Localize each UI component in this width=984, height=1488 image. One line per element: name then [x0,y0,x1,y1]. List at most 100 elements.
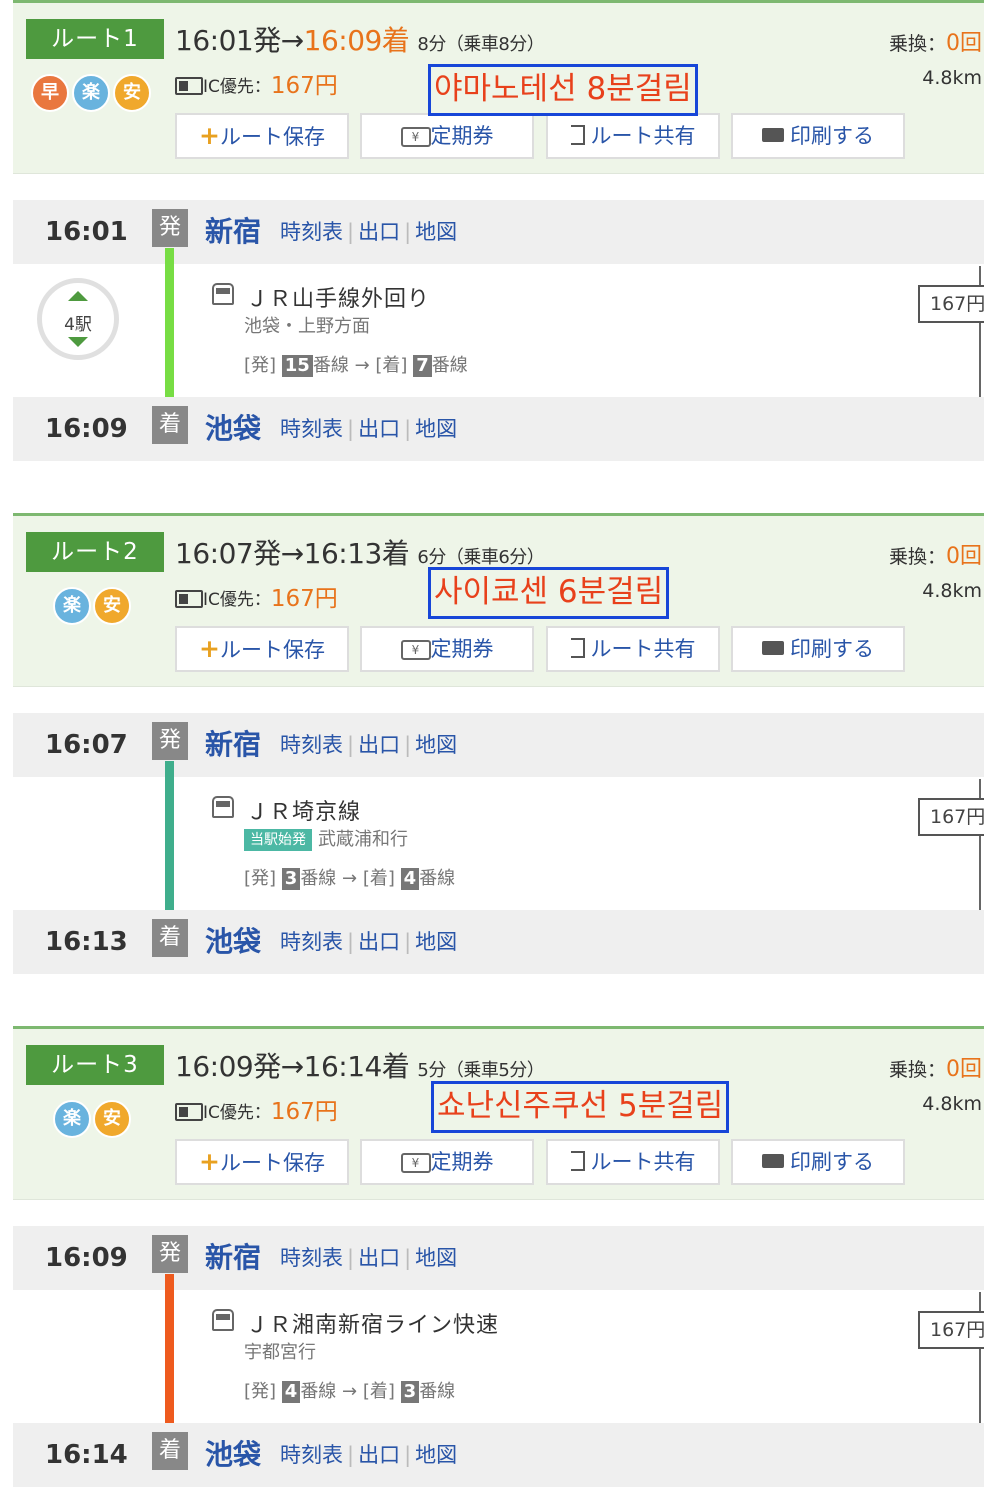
platform-suffix: 番線 [419,868,456,889]
arrival-time: 16:09 [45,414,128,444]
line-color-bar [165,761,174,927]
departure-station[interactable]: 新宿 [205,713,261,777]
route-save-label: ルート保存 [219,638,325,662]
commuter-pass-label: 定期券 [430,124,494,148]
fare: 167円 [270,1099,338,1125]
yen-ticket-icon: ¥ [400,127,431,147]
arrival-station[interactable]: 池袋 [205,397,261,461]
map-link[interactable]: 地図 [415,930,457,954]
time-arrow: → [280,537,304,570]
route-share-label: ルート共有 [590,637,696,661]
exit-link[interactable]: 出口 [358,1246,400,1270]
map-link[interactable]: 地図 [415,417,457,441]
departure-time: 16:09 [45,1243,128,1273]
route-save-button[interactable]: +ルート保存 [175,626,349,672]
duration: 8分（乗車8分） [417,34,545,55]
dep-platform: 3 [281,868,301,890]
line-name: ＪＲ埼京線 [246,800,362,825]
transfer-value: 0回 [946,31,982,56]
exit-link[interactable]: 出口 [358,417,400,441]
departure-time: 16:01発 [175,24,281,57]
route-share-button[interactable]: ルート共有 [546,626,720,672]
arrival-time: 16:09着 [303,24,410,57]
plus-icon: + [199,634,220,663]
stops-toggle[interactable]: 4駅 [37,278,119,360]
route-share-button[interactable]: ルート共有 [546,1139,720,1185]
transfer-count: 乗換：0回 [889,1051,982,1083]
fare-line: IC優先：167円 [175,66,338,100]
platform-suffix: 番線 [431,355,468,376]
commuter-pass-button[interactable]: ¥ 定期券 [360,113,534,159]
route-save-label: ルート保存 [219,1151,325,1175]
expand-down-icon [68,337,88,347]
segment-fare: 167円 [918,798,984,836]
printer-icon [762,128,784,142]
departure-station[interactable]: 新宿 [205,1226,261,1290]
printer-icon [762,1154,784,1168]
exit-link[interactable]: 出口 [358,930,400,954]
route-share-label: ルート共有 [590,1150,696,1174]
station-links: 時刻表 | 出口 | 地図 [280,1246,458,1270]
timetable-link[interactable]: 時刻表 [280,1246,343,1270]
direction-text: 武蔵浦和行 [318,829,408,850]
departure-time: 16:01 [45,217,128,247]
timetable-link[interactable]: 時刻表 [280,733,343,757]
arrival-station[interactable]: 池袋 [205,1423,261,1487]
platform-suffix: 番線 [300,868,337,889]
departure-station[interactable]: 新宿 [205,200,261,264]
route-label[interactable]: ルート1 [26,19,164,59]
share-icon [570,1151,585,1171]
map-link[interactable]: 地図 [415,1246,457,1270]
direction: 当駅始発 武蔵浦和行 [244,825,408,851]
ic-label: IC優先： [203,77,271,97]
route-times: 16:09発→16:14着 5分（乗車5分） [175,1045,545,1085]
timetable-link[interactable]: 時刻表 [280,417,343,441]
platform-arrow: → [354,355,370,376]
train-icon [212,283,234,305]
timetable-link[interactable]: 時刻表 [280,930,343,954]
map-link[interactable]: 地図 [415,220,457,244]
print-button[interactable]: 印刷する [731,113,905,159]
arrival-mark: 着 [152,919,188,957]
arr-platform: 7 [413,355,432,377]
timetable-link[interactable]: 時刻表 [280,1443,343,1467]
print-button[interactable]: 印刷する [731,1139,905,1185]
station-links: 時刻表 | 出口 | 地図 [280,733,458,757]
line-color-bar [165,248,174,414]
timetable-link[interactable]: 時刻表 [280,220,343,244]
route-save-button[interactable]: +ルート保存 [175,113,349,159]
easiest-badge: 楽 [53,587,91,625]
platform-info: [発] 15 番線 → [着] 7 番線 [244,351,468,377]
route-save-button[interactable]: +ルート保存 [175,1139,349,1185]
arr-prefix: [着] [375,355,408,376]
arrival-station-row: 16:14 着 池袋 時刻表 | 出口 | 地図 [13,1423,984,1487]
exit-link[interactable]: 出口 [358,220,400,244]
time-arrow: → [280,24,304,57]
arrival-time: 16:14着 [303,1050,410,1083]
yen-ticket-icon: ¥ [400,640,431,660]
arrival-station-row: 16:13 着 池袋 時刻表 | 出口 | 地図 [13,910,984,974]
share-icon [570,125,585,145]
map-link[interactable]: 地図 [415,733,457,757]
exit-link[interactable]: 出口 [358,733,400,757]
print-label: 印刷する [790,1150,874,1174]
departure-mark: 発 [152,1235,188,1273]
fare-line: IC優先：167円 [175,579,338,613]
station-links: 時刻表 | 出口 | 地図 [280,930,458,954]
dep-platform: 4 [281,1381,301,1403]
route-label[interactable]: ルート3 [26,1045,164,1085]
dep-prefix: [発] [244,1381,277,1402]
distance: 4.8km [922,1093,982,1115]
station-links: 時刻表 | 出口 | 地図 [280,417,458,441]
exit-link[interactable]: 出口 [358,1443,400,1467]
commuter-pass-button[interactable]: ¥ 定期券 [360,1139,534,1185]
arrival-station[interactable]: 池袋 [205,910,261,974]
departure-mark: 発 [152,209,188,247]
print-button[interactable]: 印刷する [731,626,905,672]
commuter-pass-button[interactable]: ¥ 定期券 [360,626,534,672]
cheapest-badge: 安 [93,1100,131,1138]
map-link[interactable]: 地図 [415,1443,457,1467]
route-share-button[interactable]: ルート共有 [546,113,720,159]
route-label[interactable]: ルート2 [26,532,164,572]
printer-icon [762,641,784,655]
